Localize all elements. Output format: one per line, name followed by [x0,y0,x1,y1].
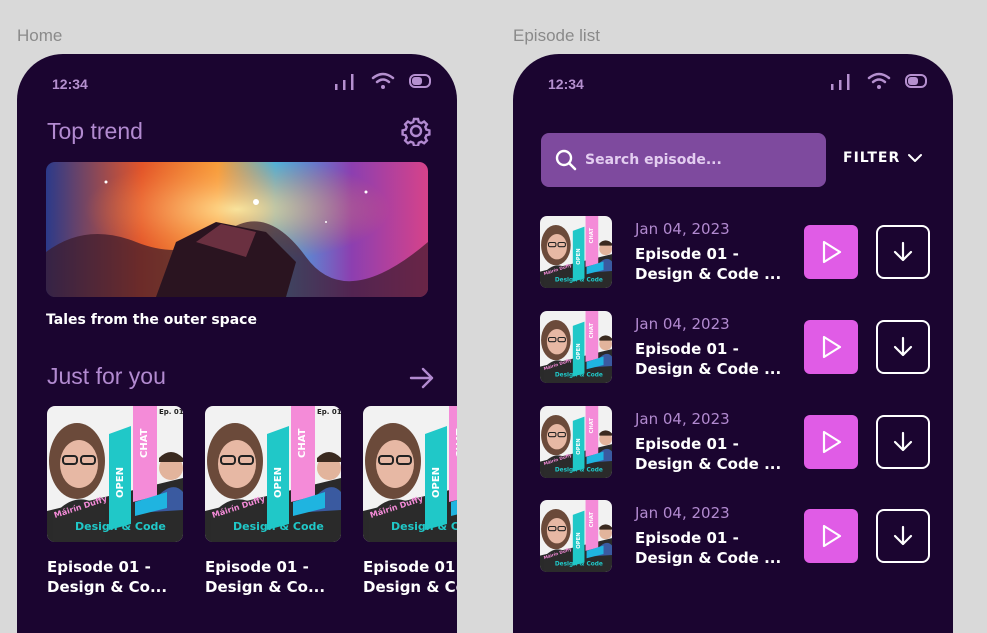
svg-text:Ep. 01: Ep. 01 [317,408,341,416]
hero-caption: Tales from the outer space [46,312,257,328]
play-button[interactable] [804,320,858,374]
space-nebula-image [46,162,428,297]
just-for-you-title: Just for you [47,363,166,389]
episode-title: Episode 01 - Design & Code ... [635,245,782,283]
episode-card[interactable]: Ep. 01 OPEN CHAT Máirín Duffy Design & C… [363,406,457,597]
frame-label-episode-list: Episode list [513,26,600,45]
frame-label-home: Home [17,26,63,45]
play-icon [822,524,842,548]
svg-text:OPEN: OPEN [576,343,582,359]
signal-icon [335,74,354,90]
svg-text:OPEN: OPEN [115,467,126,498]
arrow-right-icon[interactable] [409,366,435,390]
status-time: 12:34 [548,76,584,92]
play-icon [822,430,842,454]
svg-text:Design & Code: Design & Code [555,468,603,474]
play-button[interactable] [804,225,858,279]
svg-text:Design & Code: Design & Code [391,520,457,533]
battery-icon [905,74,927,88]
episode-card[interactable]: Ep. 01 OPEN CHAT Máirín Duffy Design & C… [47,406,183,597]
episode-card-title: Episode 01 - Design & Co... [205,558,326,596]
svg-text:Design & Code: Design & Code [555,373,603,379]
episode-date: Jan 04, 2023 [635,220,730,238]
episode-list-screen: 12:34 FILTER [513,54,953,633]
episode-thumbnail: OPEN CHAT Máirín Duffy Design & Code [540,216,612,288]
search-input[interactable] [585,133,815,187]
svg-text:CHAT: CHAT [589,512,595,528]
wifi-icon [371,72,395,89]
play-icon [822,335,842,359]
episode-date: Jan 04, 2023 [635,315,730,333]
play-icon [822,240,842,264]
download-icon [893,525,913,546]
play-button[interactable] [804,415,858,469]
svg-text:CHAT: CHAT [139,428,150,458]
status-icons [829,72,927,90]
search-bar[interactable] [541,133,826,187]
status-icons [333,72,431,90]
svg-text:Design & Code: Design & Code [75,520,166,533]
svg-text:OPEN: OPEN [576,532,582,548]
gear-icon[interactable] [401,116,431,146]
episode-thumbnail: Ep. 01 OPEN CHAT Máirín Duffy Design & C… [363,406,457,542]
download-button[interactable] [876,415,930,469]
signal-icon [831,74,850,90]
episode-thumbnail: Ep. 01 OPEN CHAT Máirín Duffy Design & C… [47,406,183,542]
filter-button[interactable]: FILTER [843,150,923,166]
download-icon [893,336,913,357]
download-button[interactable] [876,509,930,563]
episode-title: Episode 01 - Design & Code ... [635,435,782,473]
svg-text:OPEN: OPEN [273,467,284,498]
episode-card[interactable]: Ep. 01 OPEN CHAT Máirín Duffy Design & C… [205,406,341,597]
wifi-icon [867,72,891,89]
episode-thumbnail: OPEN CHAT Máirín Duffy Design & Code [540,406,612,478]
episode-thumbnail: OPEN CHAT Máirín Duffy Design & Code [540,500,612,572]
svg-text:Design & Code: Design & Code [233,520,324,533]
svg-text:CHAT: CHAT [589,418,595,434]
hero-banner[interactable] [46,162,428,297]
svg-text:OPEN: OPEN [576,248,582,264]
svg-text:OPEN: OPEN [431,467,442,498]
svg-text:CHAT: CHAT [297,428,308,458]
episode-card-title: Episode 01 - Design & Co [363,558,457,596]
download-button[interactable] [876,320,930,374]
svg-text:OPEN: OPEN [576,438,582,454]
episode-title: Episode 01 - Design & Code ... [635,340,782,378]
download-button[interactable] [876,225,930,279]
episode-list-item[interactable]: OPEN CHAT Máirín Duffy Design & Code Jan… [540,406,940,478]
episode-title: Episode 01 - Design & Code ... [635,529,782,567]
chevron-down-icon [908,154,923,162]
episode-thumbnail: Ep. 01 OPEN CHAT Máirín Duffy Design & C… [205,406,341,542]
download-icon [893,431,913,452]
download-icon [893,241,913,262]
episode-thumbnail: OPEN CHAT Máirín Duffy Design & Code [540,311,612,383]
episode-list-item[interactable]: OPEN CHAT Máirín Duffy Design & Code Jan… [540,500,940,572]
svg-text:CHAT: CHAT [455,428,457,458]
svg-text:Design & Code: Design & Code [555,562,603,568]
play-button[interactable] [804,509,858,563]
episode-card-title: Episode 01 - Design & Co... [47,558,168,596]
search-icon [555,149,577,171]
top-trend-title: Top trend [47,118,143,144]
svg-text:CHAT: CHAT [589,228,595,244]
status-time: 12:34 [52,76,88,92]
episode-date: Jan 04, 2023 [635,410,730,428]
home-screen: 12:34 Top trend Tales from the outer spa… [17,54,457,633]
episode-list-item[interactable]: OPEN CHAT Máirín Duffy Design & Code Jan… [540,311,940,383]
svg-text:Design & Code: Design & Code [555,278,603,284]
svg-text:CHAT: CHAT [589,323,595,339]
svg-text:Ep. 01: Ep. 01 [159,408,183,416]
battery-icon [409,74,431,88]
episode-list-item[interactable]: OPEN CHAT Máirín Duffy Design & Code Jan… [540,216,940,288]
filter-label: FILTER [843,150,901,166]
episode-date: Jan 04, 2023 [635,504,730,522]
